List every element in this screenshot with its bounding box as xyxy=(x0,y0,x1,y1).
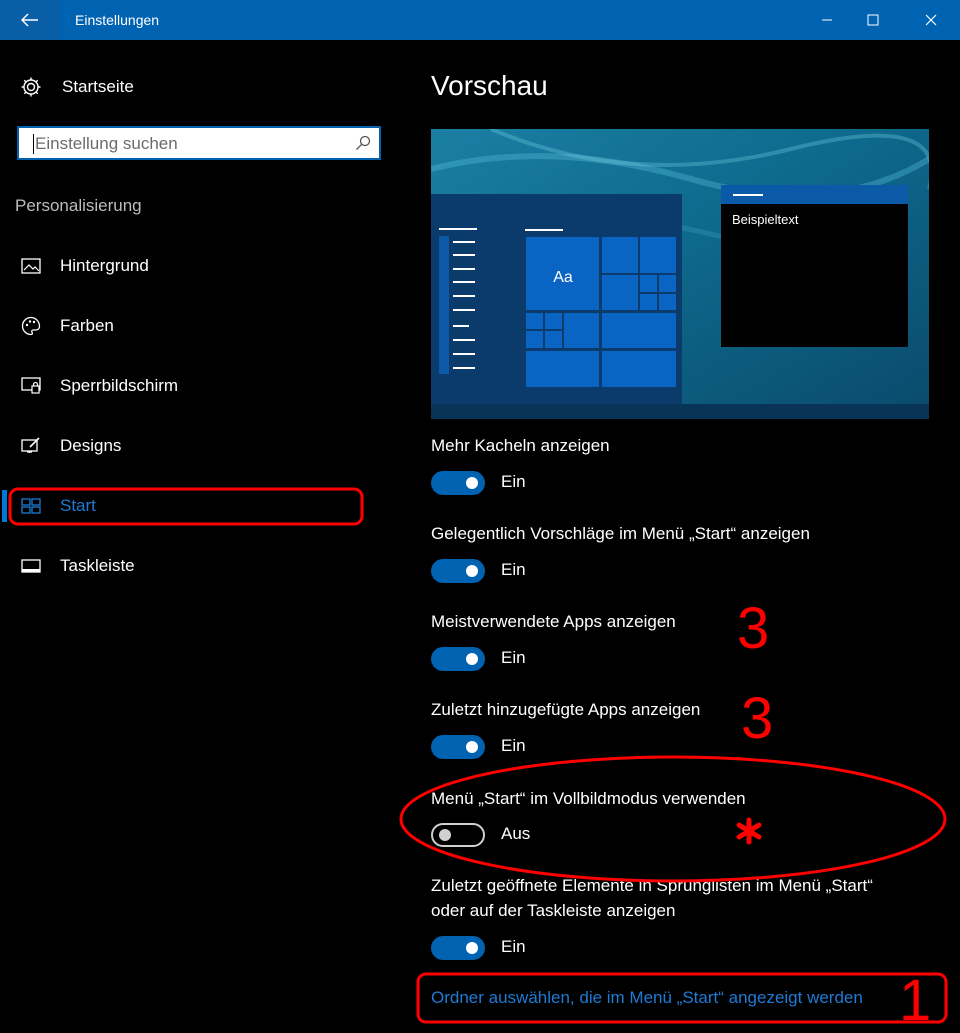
annotation-number-1: 1 xyxy=(899,968,932,1033)
annotation-ellipse-fullscreen xyxy=(399,755,947,883)
annotation-number-3a: 3 xyxy=(737,596,770,661)
annotation-box-start xyxy=(8,487,364,526)
annotation-box-link xyxy=(416,972,948,1024)
annotation-star xyxy=(736,817,762,845)
annotation-number-3b: 3 xyxy=(741,686,774,751)
annotation-overlay xyxy=(8,487,948,1024)
